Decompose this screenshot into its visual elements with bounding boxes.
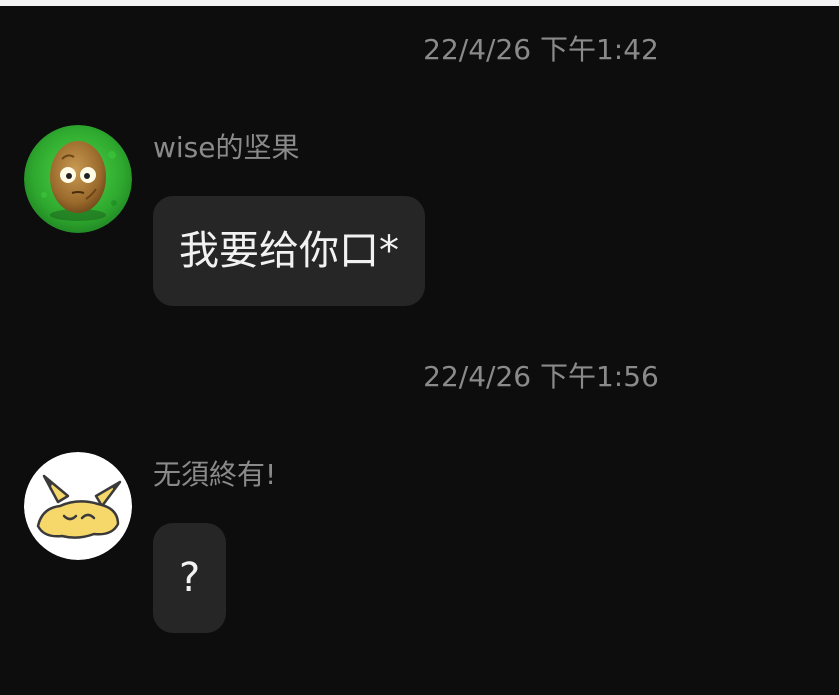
message-text: 我要给你口* <box>179 228 399 274</box>
message-timestamp: 22/4/26 下午1:56 <box>423 360 659 393</box>
status-bar-edge <box>0 0 839 6</box>
sender-name[interactable]: wise的坚果 <box>153 130 300 166</box>
message-text: ? <box>179 555 201 601</box>
chat-screen: 22/4/26 下午1:42 wise的坚果 我要给你口* 22/4/26 下午… <box>0 0 839 695</box>
pikachu-avatar[interactable] <box>24 452 132 560</box>
wall-nut-avatar[interactable] <box>24 125 132 233</box>
sender-name[interactable]: 无須終有! <box>153 457 276 493</box>
message-bubble[interactable]: 我要给你口* <box>153 196 425 306</box>
message-timestamp: 22/4/26 下午1:42 <box>423 33 659 66</box>
message-bubble[interactable]: ? <box>153 523 227 633</box>
